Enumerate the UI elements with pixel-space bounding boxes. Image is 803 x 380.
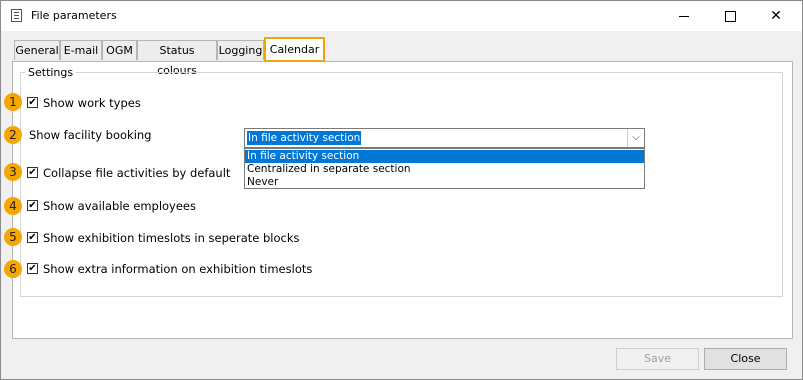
badge-5: 5 xyxy=(4,228,22,246)
badge-3: 3 xyxy=(4,163,22,181)
close-icon: ✕ xyxy=(770,8,782,24)
option-in-file-activity-section[interactable]: In file activity section xyxy=(245,150,644,163)
option-centralized[interactable]: Centralized in separate section xyxy=(245,163,644,176)
facility-booking-select[interactable]: In file activity section ⌵ xyxy=(244,128,645,148)
tab-logging[interactable]: Logging xyxy=(217,40,264,60)
window-title: File parameters xyxy=(31,9,117,22)
tab-email[interactable]: E-mail xyxy=(60,40,102,60)
show-exhibition-timeslots-label: Show exhibition timeslots in seperate bl… xyxy=(43,231,300,245)
save-button[interactable]: Save xyxy=(616,348,699,370)
facility-booking-selected-value: In file activity section xyxy=(247,131,362,145)
file-parameters-window: File parameters ✕ General E-mail OGM Sta… xyxy=(0,0,803,380)
show-facility-booking-label: Show facility booking xyxy=(29,128,152,142)
tab-status-colours[interactable]: Status colours xyxy=(137,40,217,77)
document-icon xyxy=(11,9,22,22)
minimize-button[interactable] xyxy=(661,1,707,31)
close-button[interactable]: Close xyxy=(704,348,787,370)
option-never[interactable]: Never xyxy=(245,176,644,189)
settings-legend: Settings xyxy=(25,66,77,79)
minimize-icon xyxy=(679,15,689,17)
facility-booking-dropdown: In file activity section Centralized in … xyxy=(244,148,645,189)
badge-2: 2 xyxy=(4,126,22,144)
show-work-types-checkbox[interactable]: ✔ xyxy=(27,97,38,108)
collapse-file-activities-label: Collapse file activities by default xyxy=(43,166,231,180)
badge-6: 6 xyxy=(4,260,22,278)
title-bar: File parameters ✕ xyxy=(1,1,802,31)
badge-1: 1 xyxy=(4,93,22,111)
close-window-button[interactable]: ✕ xyxy=(753,1,799,31)
maximize-button[interactable] xyxy=(707,1,753,31)
show-exhibition-timeslots-checkbox[interactable]: ✔ xyxy=(27,232,38,243)
chevron-down-icon[interactable]: ⌵ xyxy=(627,129,644,147)
tab-calendar[interactable]: Calendar xyxy=(264,37,325,62)
badge-4: 4 xyxy=(4,197,22,215)
show-work-types-label: Show work types xyxy=(43,96,141,110)
tab-general[interactable]: General xyxy=(14,40,60,60)
maximize-icon xyxy=(724,10,736,22)
show-extra-information-checkbox[interactable]: ✔ xyxy=(27,263,38,274)
show-extra-information-label: Show extra information on exhibition tim… xyxy=(43,262,313,276)
show-available-employees-label: Show available employees xyxy=(43,199,197,213)
show-available-employees-checkbox[interactable]: ✔ xyxy=(27,200,38,211)
tab-ogm[interactable]: OGM xyxy=(102,40,137,60)
collapse-file-activities-checkbox[interactable]: ✔ xyxy=(27,167,38,178)
